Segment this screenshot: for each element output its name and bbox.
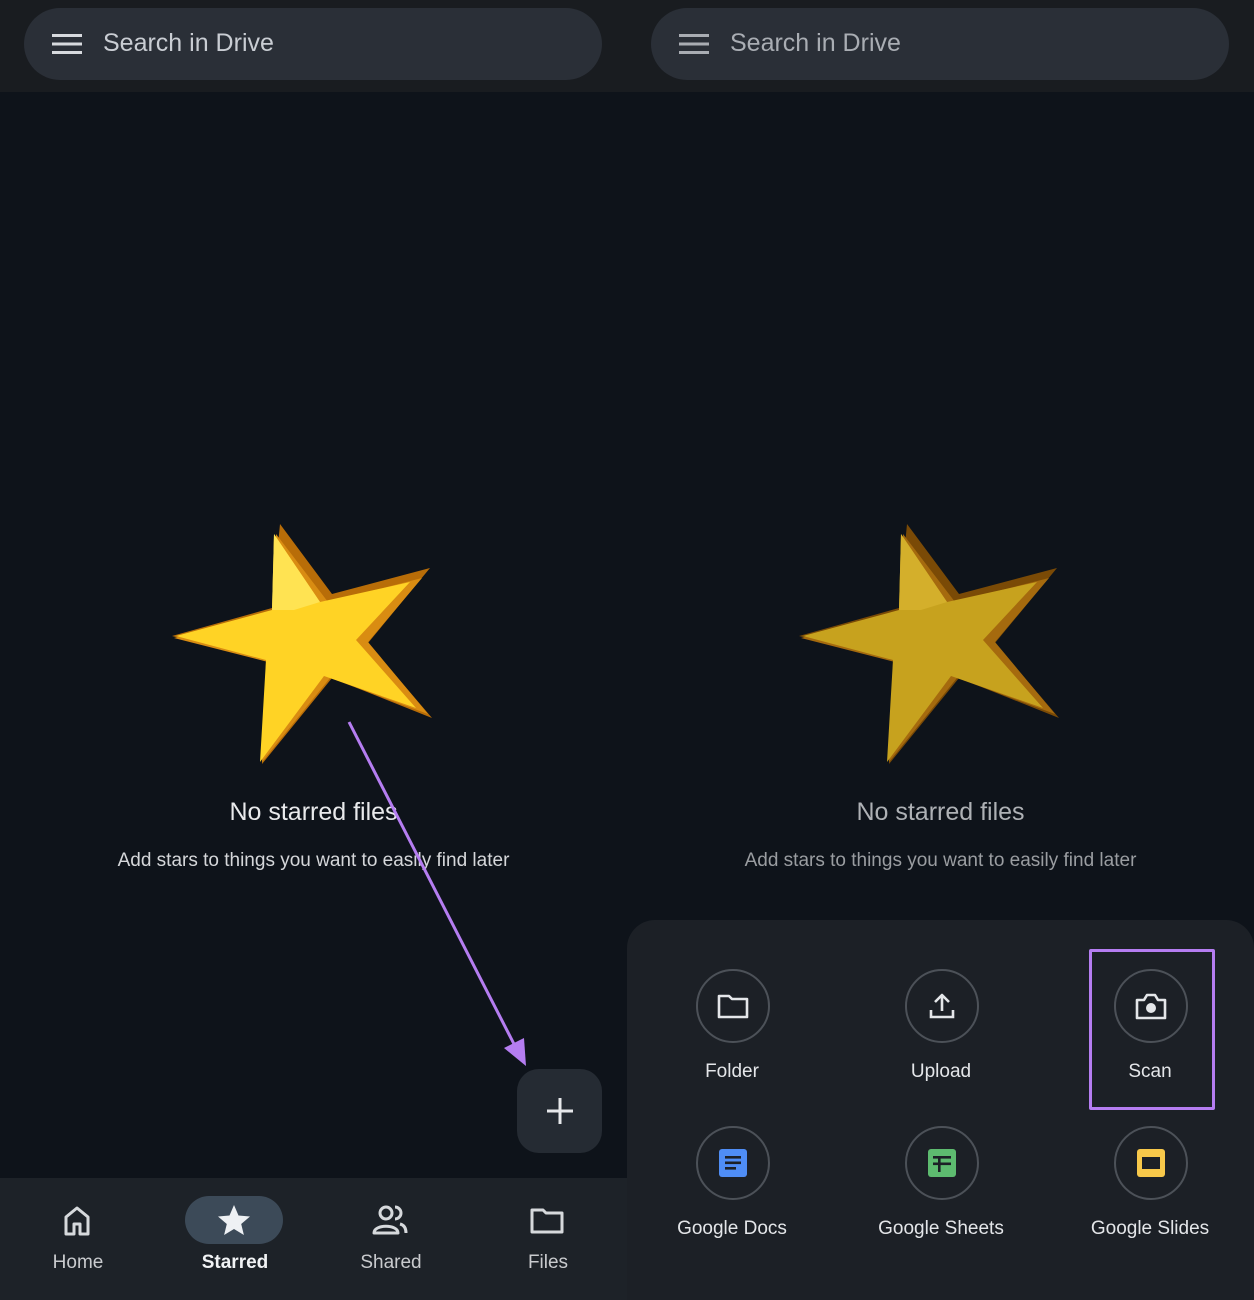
create-folder-label: Folder — [705, 1061, 759, 1082]
google-sheets-label: Google Sheets — [878, 1218, 1004, 1239]
menu-icon[interactable] — [679, 34, 709, 54]
home-icon — [64, 1206, 90, 1236]
empty-state-title: No starred files — [229, 798, 398, 826]
nav-home[interactable]: Home — [0, 1178, 156, 1300]
nav-files[interactable]: Files — [470, 1178, 626, 1300]
create-new-screen: Search in Drive No starred files Add sta… — [627, 0, 1254, 1300]
google-sheets-icon — [928, 1149, 956, 1177]
empty-state-subtitle: Add stars to things you want to easily f… — [117, 850, 510, 871]
google-docs-button[interactable]: Google Docs — [632, 1126, 832, 1276]
google-docs-label: Google Docs — [677, 1218, 787, 1239]
google-slides-label: Google Slides — [1090, 1218, 1210, 1239]
search-bar[interactable]: Search in Drive — [651, 8, 1229, 80]
plus-icon — [546, 1098, 573, 1124]
nav-starred[interactable]: Starred — [157, 1178, 313, 1300]
nav-starred-label: Starred — [201, 1252, 269, 1273]
folder-icon — [530, 1208, 564, 1234]
menu-icon[interactable] — [52, 34, 82, 54]
nav-home-label: Home — [52, 1252, 104, 1273]
nav-shared[interactable]: Shared — [313, 1178, 469, 1300]
upload-icon — [929, 993, 955, 1019]
empty-state-title: No starred files — [856, 798, 1025, 826]
top-app-bar: Search in Drive — [627, 0, 1254, 92]
people-icon — [372, 1205, 408, 1235]
upload-label: Upload — [910, 1061, 972, 1082]
new-button[interactable] — [517, 1069, 602, 1153]
nav-shared-label: Shared — [360, 1252, 422, 1273]
google-slides-button[interactable]: Google Slides — [1050, 1126, 1250, 1276]
star-illustration — [172, 524, 432, 764]
scan-highlight-box — [1089, 949, 1215, 1110]
starred-screen: Search in Drive No starred files Add sta… — [0, 0, 627, 1300]
search-bar[interactable]: Search in Drive — [24, 8, 602, 80]
bottom-navigation: Home Starred Shared Files — [0, 1178, 627, 1300]
search-placeholder[interactable]: Search in Drive — [730, 29, 901, 58]
folder-icon — [717, 994, 749, 1019]
upload-button[interactable]: Upload — [841, 969, 1041, 1119]
google-sheets-button[interactable]: Google Sheets — [841, 1126, 1041, 1276]
star-icon — [218, 1205, 250, 1235]
google-slides-icon — [1137, 1149, 1165, 1177]
top-app-bar: Search in Drive — [0, 0, 627, 92]
create-folder-button[interactable]: Folder — [632, 969, 832, 1119]
star-illustration — [799, 524, 1059, 764]
nav-files-label: Files — [527, 1252, 569, 1273]
search-placeholder[interactable]: Search in Drive — [103, 29, 274, 58]
empty-state-subtitle: Add stars to things you want to easily f… — [744, 850, 1137, 871]
google-docs-icon — [719, 1149, 747, 1177]
